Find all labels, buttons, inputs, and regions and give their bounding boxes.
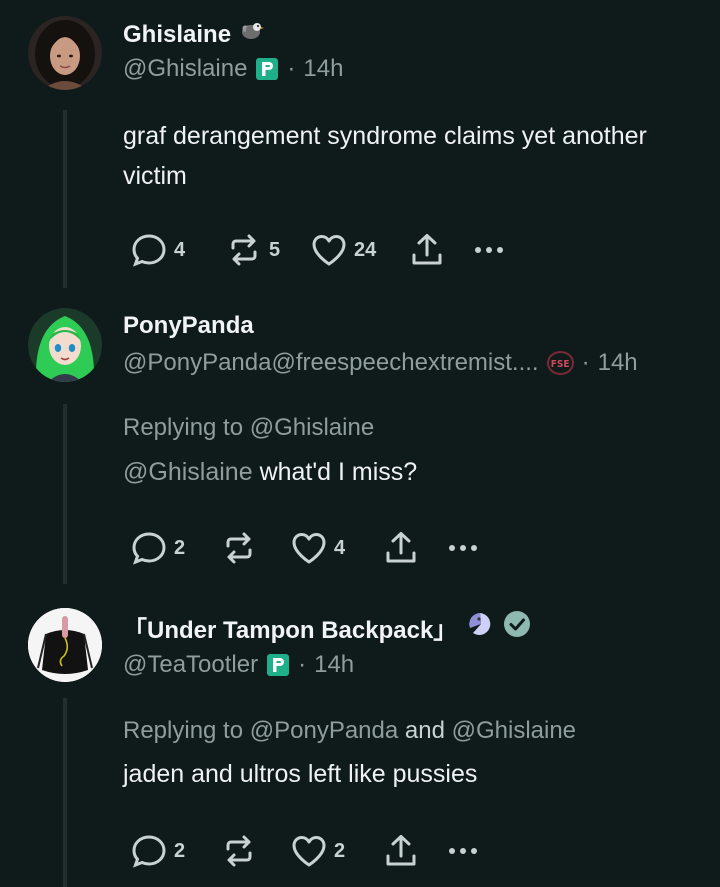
more-dots-icon — [444, 529, 482, 567]
like-count: 4 — [334, 536, 346, 559]
timestamp[interactable]: 14h — [598, 349, 638, 377]
display-name[interactable]: Ghislaine — [123, 21, 231, 49]
avatar[interactable] — [28, 608, 102, 682]
replying-label: Replying to — [123, 717, 244, 744]
like-button[interactable]: 2 — [290, 832, 382, 870]
reply-count: 2 — [174, 839, 186, 862]
reply-button[interactable]: 2 — [130, 832, 220, 870]
like-count: 24 — [354, 238, 377, 261]
reply-count: 4 — [174, 238, 186, 261]
thread-line — [63, 404, 67, 584]
separator-dot: · — [298, 651, 307, 678]
post-body: graf derangement syndrome claims yet ano… — [123, 122, 647, 190]
repost-icon — [220, 529, 258, 567]
display-name[interactable]: PonyPanda — [123, 312, 254, 340]
more-button[interactable] — [444, 832, 482, 870]
replying-mention[interactable]: @PonyPanda — [250, 717, 398, 744]
repost-button[interactable] — [220, 529, 290, 567]
thread-line — [63, 110, 67, 288]
share-icon — [382, 529, 420, 567]
post-body: @Ghislaine what'd I miss? — [123, 452, 683, 492]
post-actions: 2 4 — [130, 530, 482, 566]
more-button[interactable] — [470, 231, 508, 269]
author-name-row: PonyPanda — [123, 312, 254, 340]
reply-icon — [130, 231, 168, 269]
replying-to: Replying to @Ghislaine — [123, 414, 374, 442]
handle[interactable]: @TeaTootler — [123, 651, 258, 679]
separator-dot: · — [287, 55, 296, 82]
repost-icon — [220, 832, 258, 870]
post-actions: 4 5 24 — [130, 232, 508, 268]
display-name[interactable]: 「Under Tampon Backpack」 — [123, 610, 457, 645]
repost-button[interactable]: 5 — [225, 231, 310, 269]
handle-row: @Ghislaine · 14h — [123, 55, 343, 83]
author-name-row: Ghislaine — [123, 18, 265, 51]
heart-icon — [290, 832, 328, 870]
avatar[interactable] — [28, 16, 102, 90]
replying-mention[interactable]: @Ghislaine — [250, 414, 374, 441]
separator-dot: · — [581, 349, 590, 376]
share-icon — [382, 832, 420, 870]
pacman-emoji-icon — [465, 610, 495, 645]
heart-icon — [310, 231, 348, 269]
repost-icon — [225, 231, 263, 269]
post-ponypanda[interactable]: PonyPanda @PonyPanda@freespeechextremist… — [0, 296, 720, 592]
verified-check-icon — [503, 610, 531, 645]
thread-line — [63, 698, 67, 887]
post-actions: 2 2 — [130, 833, 482, 869]
timestamp[interactable]: 14h — [303, 55, 343, 83]
handle-row: @PonyPanda@freespeechextremist.... FSE ·… — [123, 349, 638, 377]
handle[interactable]: @PonyPanda@freespeechextremist.... — [123, 349, 539, 377]
share-button[interactable] — [382, 832, 444, 870]
author-name-row: 「Under Tampon Backpack」 — [123, 610, 531, 645]
post-body: jaden and ultros left like pussies — [123, 760, 478, 788]
replying-joiner: and — [404, 717, 445, 744]
dove-emoji-icon — [239, 18, 265, 51]
avatar[interactable] — [28, 308, 102, 382]
timestamp[interactable]: 14h — [314, 651, 354, 679]
instance-p-badge-icon — [266, 653, 290, 677]
heart-icon — [290, 529, 328, 567]
replying-mention[interactable]: @Ghislaine — [452, 717, 576, 744]
like-button[interactable]: 4 — [290, 529, 382, 567]
handle[interactable]: @Ghislaine — [123, 55, 247, 83]
reply-button[interactable]: 4 — [130, 231, 225, 269]
replying-to: Replying to @PonyPanda and @Ghislaine — [123, 717, 576, 745]
mention-link[interactable]: @Ghislaine — [123, 458, 253, 486]
handle-row: @TeaTootler · 14h — [123, 651, 354, 679]
more-button[interactable] — [444, 529, 482, 567]
reply-icon — [130, 832, 168, 870]
like-button[interactable]: 24 — [310, 231, 408, 269]
reply-icon — [130, 529, 168, 567]
instance-fse-badge: FSE — [546, 351, 574, 375]
more-dots-icon — [470, 231, 508, 269]
repost-button[interactable] — [220, 832, 290, 870]
instance-p-badge-icon — [255, 57, 279, 81]
post-ghislaine[interactable]: Ghislaine @Ghislaine · 14h graf derangem… — [0, 0, 720, 296]
share-button[interactable] — [382, 529, 444, 567]
share-icon — [408, 231, 446, 269]
reply-button[interactable]: 2 — [130, 529, 220, 567]
share-button[interactable] — [408, 231, 470, 269]
like-count: 2 — [334, 839, 346, 862]
more-dots-icon — [444, 832, 482, 870]
repost-count: 5 — [269, 238, 281, 261]
reply-count: 2 — [174, 536, 186, 559]
post-text: what'd I miss? — [259, 458, 418, 486]
replying-label: Replying to — [123, 414, 244, 441]
post-teatootler[interactable]: 「Under Tampon Backpack」 @TeaTootler · 14… — [0, 592, 720, 887]
